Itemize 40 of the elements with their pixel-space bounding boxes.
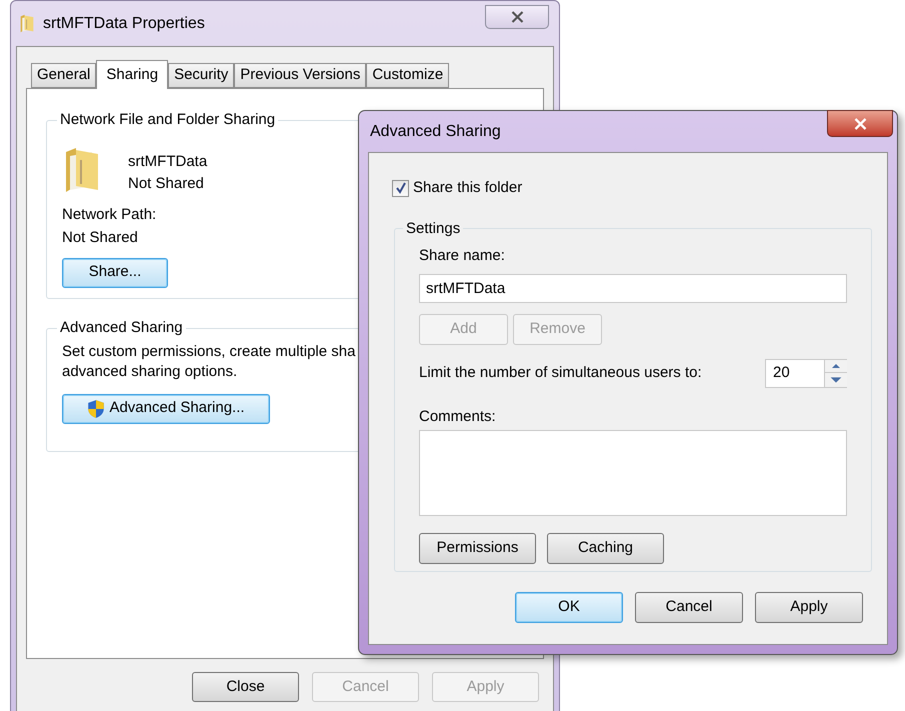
- dialog-button[interactable]: Cancel: [635, 592, 743, 622]
- checkbox-label: Share this folder: [413, 178, 522, 198]
- shield-icon: [87, 398, 106, 418]
- close-icon: [510, 11, 524, 23]
- group-heading: Advanced Sharing: [59, 318, 184, 338]
- description-text: Set custom permissions, create multiple sha: [62, 342, 356, 362]
- path-value: Not Shared: [62, 228, 138, 248]
- tab[interactable]: Security: [168, 63, 234, 88]
- tab[interactable]: Customize: [366, 63, 450, 88]
- window-title: Advanced Sharing: [370, 122, 501, 142]
- close-button[interactable]: [827, 110, 893, 137]
- folder-icon: [19, 14, 35, 33]
- tab[interactable]: General: [31, 63, 96, 88]
- share-name-field[interactable]: srtMFTData: [419, 274, 847, 302]
- close-button[interactable]: [485, 5, 549, 29]
- window-title: srtMFTData Properties: [43, 14, 205, 34]
- tab[interactable]: Sharing: [96, 60, 168, 89]
- share-status: Not Shared: [128, 174, 204, 194]
- folder-name: srtMFTData: [128, 152, 208, 172]
- group-heading: Network File and Folder Sharing: [59, 110, 276, 130]
- dialog-button[interactable]: Close: [192, 672, 299, 702]
- option-button[interactable]: Caching: [547, 533, 664, 564]
- dialog-button[interactable]: OK: [515, 592, 623, 622]
- description-text: advanced sharing options.: [62, 362, 238, 382]
- checkbox[interactable]: [392, 180, 409, 197]
- field-label: Share name:: [419, 246, 506, 266]
- advanced-sharing-button[interactable]: Advanced Sharing...: [62, 394, 270, 424]
- limit-label: Limit the number of simultaneous users to:: [419, 362, 702, 383]
- spinner-value: 20: [772, 362, 791, 383]
- close-icon: [854, 118, 866, 130]
- comments-field[interactable]: [419, 430, 847, 516]
- check-icon: [394, 182, 406, 194]
- user-limit-spinner[interactable]: 20: [765, 358, 847, 388]
- dialog-button[interactable]: Apply: [755, 592, 863, 622]
- option-button[interactable]: Permissions: [419, 533, 536, 564]
- field-label: Comments:: [419, 406, 497, 426]
- share-button[interactable]: Share...: [62, 258, 168, 288]
- path-label: Network Path:: [62, 204, 156, 224]
- group-heading: Settings: [405, 218, 462, 238]
- tab[interactable]: Previous Versions: [234, 63, 366, 88]
